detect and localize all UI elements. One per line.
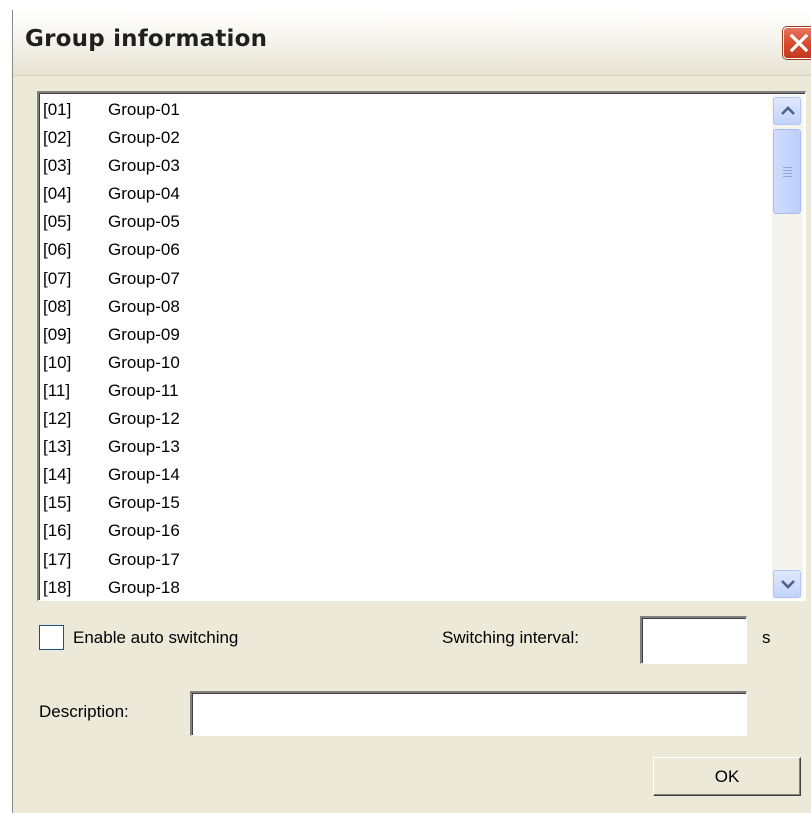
group-list[interactable]: [01] Group-01 [02] Group-02 [03] Group-03 [04]… — [37, 91, 806, 601]
group-number: [06] — [43, 240, 72, 260]
group-number: [17] — [43, 549, 72, 569]
group-name: Group-13 — [108, 437, 180, 457]
switching-interval-input[interactable] — [640, 616, 747, 664]
group-number: [16] — [43, 521, 72, 541]
group-name: Group-07 — [108, 268, 180, 288]
group-name: Group-03 — [108, 156, 180, 176]
group-name: Group-09 — [108, 324, 180, 344]
group-information-dialog: Group information [01] Group-01 [02] Group-… — [12, 10, 811, 813]
switching-interval-label: Switching interval: — [442, 628, 580, 647]
group-number: [10] — [43, 352, 72, 372]
chevron-up-icon — [781, 106, 795, 115]
group-name: Group-06 — [108, 240, 180, 260]
group-number: [04] — [43, 184, 72, 204]
group-number: [08] — [43, 296, 72, 316]
group-number: [09] — [43, 324, 72, 344]
group-name: Group-17 — [108, 549, 180, 569]
group-name: Group-10 — [108, 352, 180, 372]
description-input[interactable] — [190, 691, 747, 736]
interval-unit-label: s — [762, 628, 771, 647]
group-number: [11] — [43, 380, 71, 400]
group-number: [12] — [43, 409, 72, 429]
title-bar[interactable]: Group information — [13, 10, 811, 76]
group-name: Group-14 — [108, 465, 180, 485]
group-number: [03] — [43, 156, 72, 176]
group-number: [14] — [43, 465, 72, 485]
group-name: Group-18 — [108, 577, 180, 597]
ok-button[interactable]: OK — [653, 757, 801, 796]
scroll-thumb[interactable] — [773, 129, 801, 214]
scroll-down-button[interactable] — [773, 570, 801, 598]
group-number: [13] — [43, 437, 72, 457]
group-name: Group-11 — [108, 380, 179, 400]
dialog-title: Group information — [25, 26, 268, 52]
vertical-scrollbar[interactable] — [772, 95, 803, 599]
group-name: Group-08 — [108, 296, 180, 316]
group-name: Group-15 — [108, 493, 180, 513]
auto-switching-checkbox[interactable] — [39, 625, 64, 650]
group-name: Group-16 — [108, 521, 180, 541]
group-number: [05] — [43, 212, 72, 232]
group-name: Group-05 — [108, 212, 180, 232]
group-number: [02] — [43, 128, 72, 148]
group-name: Group-02 — [108, 128, 180, 148]
close-button[interactable] — [783, 27, 811, 59]
chevron-down-icon — [781, 580, 795, 589]
thumb-grip-line — [783, 170, 792, 171]
group-name: Group-12 — [108, 409, 180, 429]
scroll-up-button[interactable] — [773, 97, 801, 125]
group-number: [18] — [43, 577, 72, 597]
thumb-grip-line — [783, 173, 792, 174]
thumb-grip-line — [783, 176, 792, 177]
close-icon — [789, 33, 809, 53]
thumb-grip-line — [783, 167, 792, 168]
group-number: [01] — [43, 100, 72, 119]
group-name: Group-01 — [108, 100, 180, 119]
group-name: Group-04 — [108, 184, 180, 204]
auto-switching-label[interactable]: Enable auto switching — [73, 628, 238, 648]
group-number: [15] — [43, 493, 72, 513]
group-number: [07] — [43, 268, 72, 288]
description-label: Description: — [39, 702, 129, 721]
